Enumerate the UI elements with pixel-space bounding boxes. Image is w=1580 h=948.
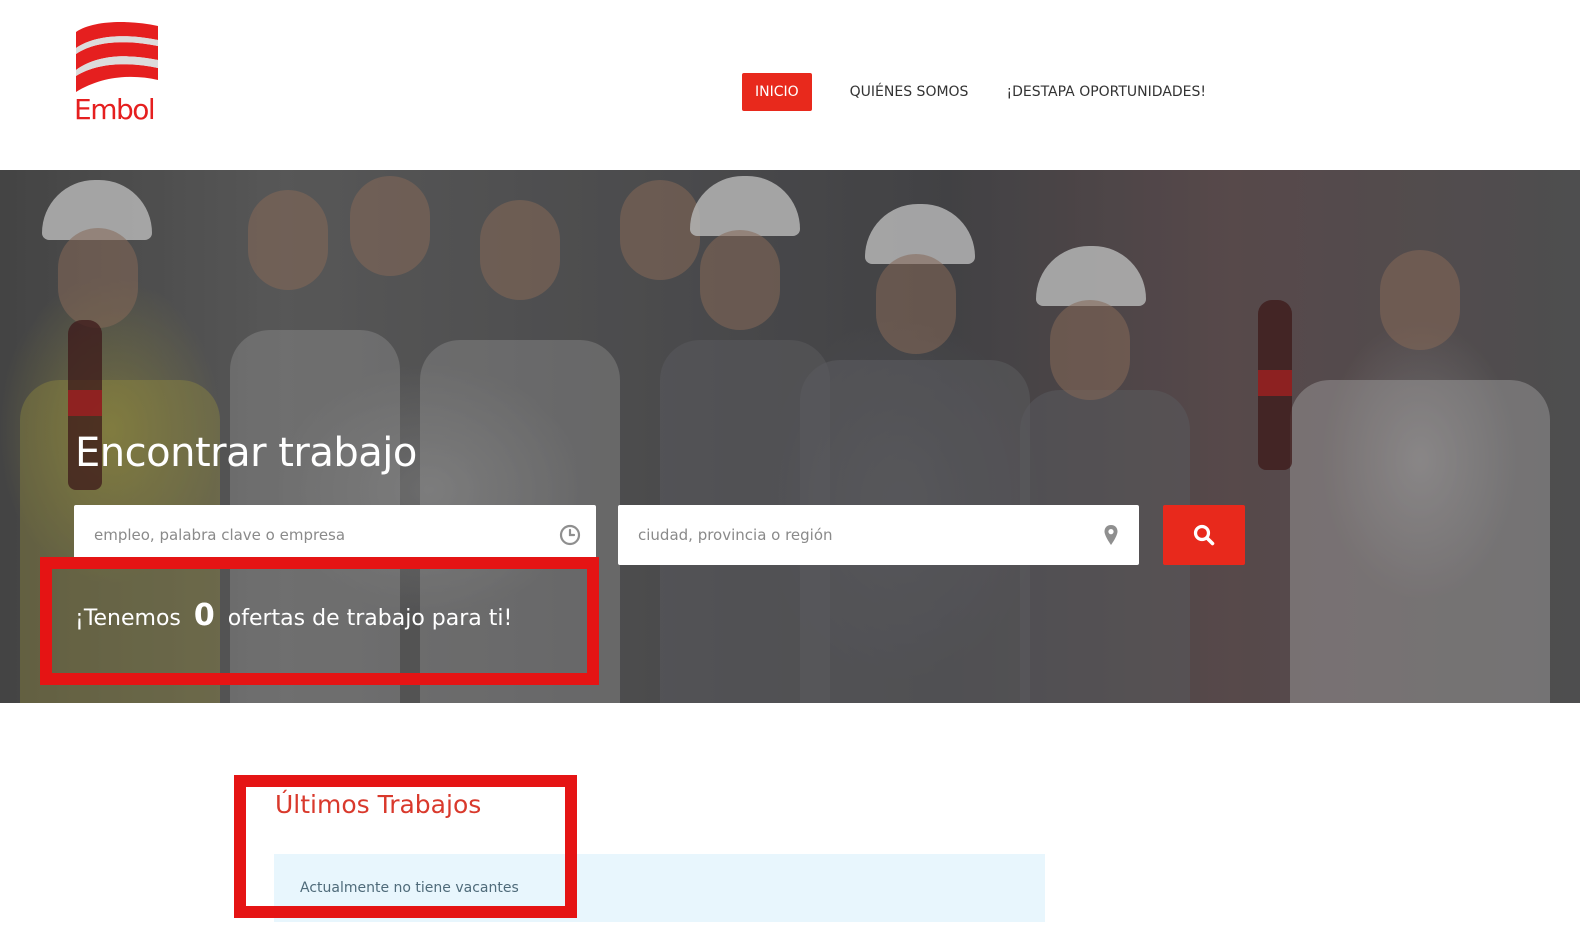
hero-title: Encontrar trabajo (75, 430, 417, 476)
location-search-box[interactable] (618, 505, 1139, 565)
site-header: Embol INICIO QUIÉNES SOMOS ¡DESTAPA OPOR… (0, 0, 1580, 170)
keyword-search-input[interactable] (74, 505, 596, 565)
offers-count: 0 (193, 598, 215, 633)
offers-prefix: ¡Tenemos (75, 606, 181, 631)
offers-count-banner: ¡Tenemos 0 ofertas de trabajo para ti! (75, 598, 512, 633)
clock-icon (558, 523, 582, 547)
location-search-input[interactable] (618, 505, 1139, 565)
embol-ribbon-icon (76, 22, 158, 92)
logo-wordmark: Embol (74, 93, 156, 126)
main-nav: INICIO QUIÉNES SOMOS ¡DESTAPA OPORTUNIDA… (742, 73, 1218, 111)
nav-item-destapa-oportunidades[interactable]: ¡DESTAPA OPORTUNIDADES! (994, 73, 1218, 111)
nav-item-inicio[interactable]: INICIO (742, 73, 812, 111)
keyword-search-box[interactable] (74, 505, 596, 565)
offers-suffix: ofertas de trabajo para ti! (227, 606, 513, 631)
nav-item-quienes-somos[interactable]: QUIÉNES SOMOS (838, 73, 981, 111)
search-button[interactable] (1163, 505, 1245, 565)
search-icon (1193, 524, 1215, 546)
map-pin-icon (1099, 523, 1123, 547)
embol-logo[interactable]: Embol (74, 20, 164, 130)
annotation-highlight-latest-jobs (234, 775, 577, 918)
